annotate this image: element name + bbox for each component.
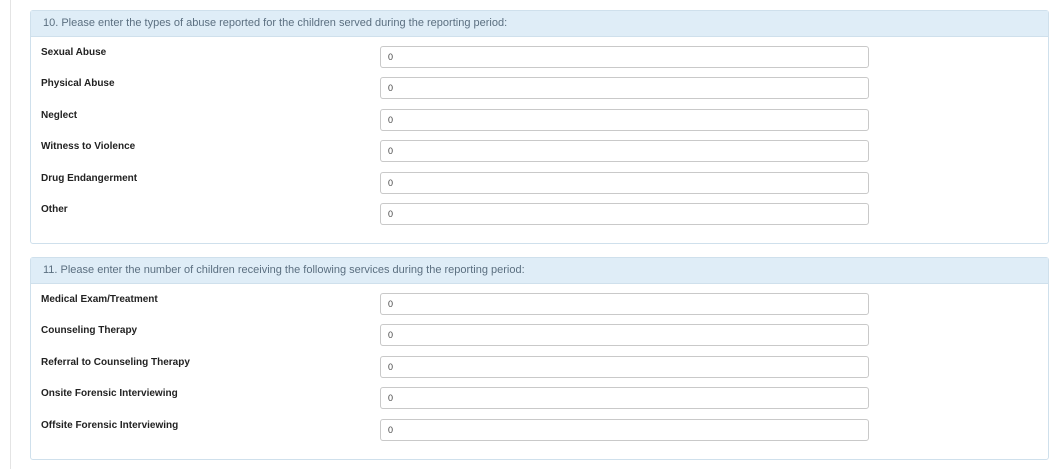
referral-counseling-label: Referral to Counseling Therapy [41,357,190,368]
form-row-offsite-forensic: Offsite Forensic Interviewing [31,419,1048,443]
abuse-types-heading: 10. Please enter the types of abuse repo… [31,11,1048,37]
form-row-other: Other [31,203,1048,227]
sexual-abuse-input[interactable] [380,46,869,68]
services-heading: 11. Please enter the number of children … [31,258,1048,284]
witness-to-violence-label: Witness to Violence [41,141,136,152]
medical-exam-label: Medical Exam/Treatment [41,294,158,305]
counseling-therapy-label: Counseling Therapy [41,325,138,336]
medical-exam-input[interactable] [380,293,869,315]
form-row-medical-exam: Medical Exam/Treatment [31,293,1048,317]
other-label: Other [41,204,68,215]
other-input[interactable] [380,203,869,225]
offsite-forensic-label: Offsite Forensic Interviewing [41,420,179,431]
witness-to-violence-input[interactable] [380,140,869,162]
form-row-physical-abuse: Physical Abuse [31,77,1048,101]
form-row-sexual-abuse: Sexual Abuse [31,46,1048,70]
offsite-forensic-input[interactable] [380,419,869,441]
abuse-types-panel: 10. Please enter the types of abuse repo… [30,10,1049,244]
form-row-witness-to-violence: Witness to Violence [31,140,1048,164]
form-row-drug-endangerment: Drug Endangerment [31,172,1048,196]
neglect-input[interactable] [380,109,869,131]
onsite-forensic-input[interactable] [380,387,869,409]
neglect-label: Neglect [41,110,78,121]
physical-abuse-input[interactable] [380,77,869,99]
form-row-referral-counseling: Referral to Counseling Therapy [31,356,1048,380]
onsite-forensic-label: Onsite Forensic Interviewing [41,388,178,399]
physical-abuse-label: Physical Abuse [41,78,115,89]
drug-endangerment-input[interactable] [380,172,869,194]
services-panel: 11. Please enter the number of children … [30,257,1049,460]
referral-counseling-input[interactable] [380,356,869,378]
counseling-therapy-input[interactable] [380,324,869,346]
sexual-abuse-label: Sexual Abuse [41,47,107,58]
form-container: 10. Please enter the types of abuse repo… [10,0,1050,469]
form-row-onsite-forensic: Onsite Forensic Interviewing [31,387,1048,411]
form-row-neglect: Neglect [31,109,1048,133]
form-row-counseling-therapy: Counseling Therapy [31,324,1048,348]
drug-endangerment-label: Drug Endangerment [41,173,138,184]
